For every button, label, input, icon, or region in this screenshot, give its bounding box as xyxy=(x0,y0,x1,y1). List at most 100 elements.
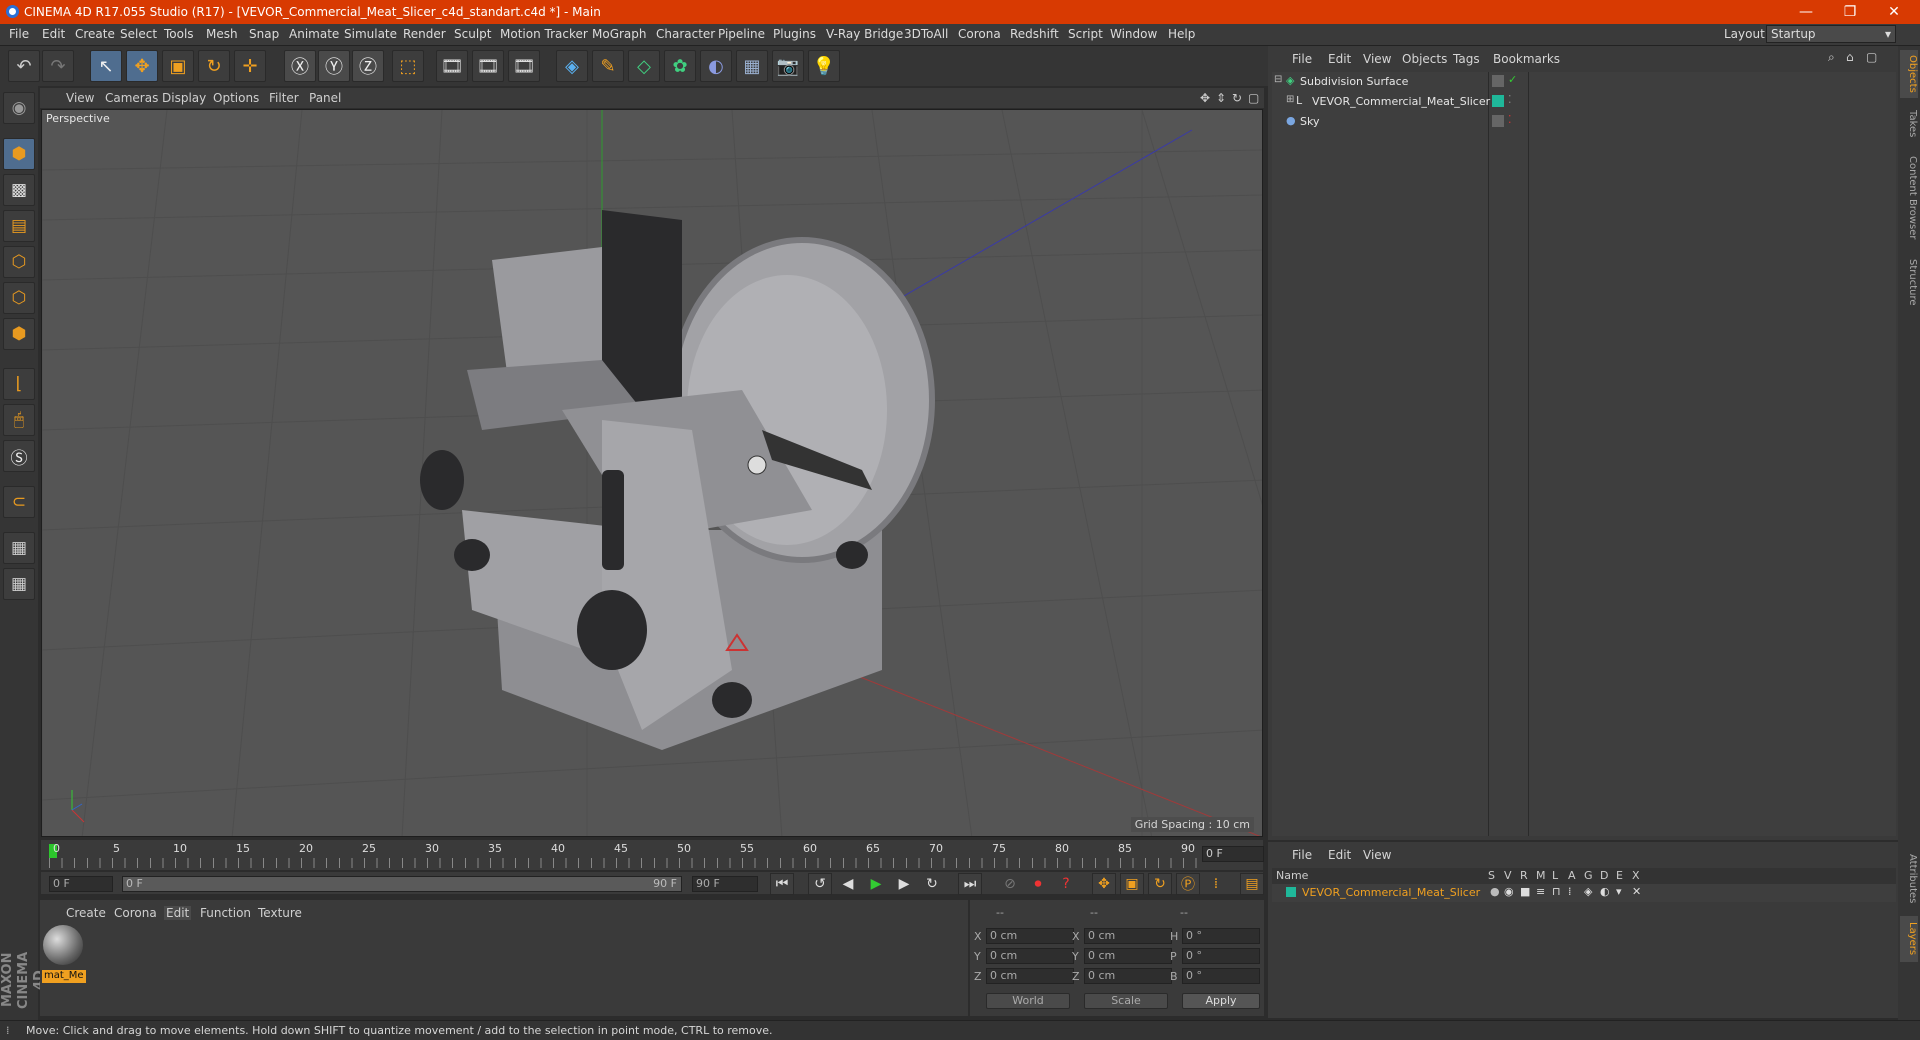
layer-xrefs-icon[interactable]: ✕ xyxy=(1632,885,1641,898)
tab-attributes[interactable]: Attributes xyxy=(1900,846,1918,912)
visibility-dots-icon[interactable]: ⁚ xyxy=(1508,113,1512,126)
objects-menu-objects[interactable]: Objects xyxy=(1402,52,1447,66)
minimize-button[interactable]: — xyxy=(1786,2,1826,22)
menu-tools[interactable]: Tools xyxy=(164,27,194,41)
objects-menu-tags[interactable]: Tags xyxy=(1453,52,1480,66)
y-axis-lock-icon[interactable]: Ⓨ xyxy=(318,50,350,82)
object-row-sky[interactable]: ● Sky ⁚ xyxy=(1272,112,1896,131)
step-forward-icon[interactable]: ▶ xyxy=(892,873,916,895)
subdivision-surface-icon[interactable]: ◇ xyxy=(628,50,660,82)
menu-window[interactable]: Window xyxy=(1110,27,1157,41)
apply-button[interactable]: Apply xyxy=(1182,993,1260,1009)
texture-mode-icon[interactable]: ▩ xyxy=(3,174,35,206)
menu-help[interactable]: Help xyxy=(1168,27,1195,41)
rot-p-field[interactable]: 0 ° xyxy=(1182,948,1260,964)
meat-slicer-model[interactable] xyxy=(420,210,935,750)
snap-magnet-icon[interactable]: ⊂ xyxy=(3,486,35,518)
pos-x-field[interactable]: 0 cm xyxy=(986,928,1074,944)
rot-b-field[interactable]: 0 ° xyxy=(1182,968,1260,984)
expand-icon[interactable]: ⊞ xyxy=(1286,94,1294,105)
visibility-dots-icon[interactable]: ⁚ xyxy=(1508,93,1512,106)
scale-dropdown[interactable]: Scale xyxy=(1084,993,1168,1009)
menu-edit[interactable]: Edit xyxy=(42,27,65,41)
create-object-icon[interactable]: ✛ xyxy=(234,50,266,82)
world-dropdown[interactable]: World xyxy=(986,993,1070,1009)
maximize-button[interactable]: ❐ xyxy=(1830,2,1870,22)
menu-vray-bridge[interactable]: V-Ray Bridge xyxy=(826,27,903,41)
material-preview-ball[interactable] xyxy=(43,925,83,965)
key-scale-icon[interactable]: ▣ xyxy=(1120,873,1144,895)
viewport-menu-display[interactable]: Display xyxy=(162,91,206,105)
deformer-icon[interactable]: ◐ xyxy=(700,50,732,82)
record-active-icon[interactable]: ⏺ xyxy=(1026,873,1050,895)
material-menu-texture[interactable]: Texture xyxy=(258,906,302,920)
layers-menu-file[interactable]: File xyxy=(1292,848,1312,862)
move-tool-icon[interactable]: ✥ xyxy=(126,50,158,82)
layer-view-icon[interactable]: ◉ xyxy=(1504,885,1514,898)
camera-icon[interactable]: 📷 xyxy=(772,50,804,82)
layer-deformers-icon[interactable]: ◐ xyxy=(1600,885,1610,898)
layer-solo-icon[interactable]: ● xyxy=(1490,885,1500,898)
grid-snap-icon[interactable]: ▦ xyxy=(3,568,35,600)
material-name-label[interactable]: mat_Me xyxy=(42,970,86,983)
layer-render-icon[interactable]: ■ xyxy=(1520,885,1530,898)
viewport-menu-view[interactable]: View xyxy=(66,91,94,105)
frame-range-slider[interactable]: 0 F 90 F xyxy=(122,876,682,892)
x-axis-lock-icon[interactable]: Ⓧ xyxy=(284,50,316,82)
viewport-switch-icon[interactable]: ▢ xyxy=(1248,91,1259,105)
coordinate-system-icon[interactable]: ⬚ xyxy=(392,50,424,82)
points-mode-icon[interactable]: ⬡ xyxy=(3,246,35,278)
axis-mode-icon[interactable]: ⌊ xyxy=(3,368,35,400)
layer-lock-icon[interactable]: ⊓ xyxy=(1552,885,1561,898)
record-position-icon[interactable]: ⊘ xyxy=(998,873,1022,895)
key-rotate-icon[interactable]: ↻ xyxy=(1148,873,1172,895)
tab-objects[interactable]: Objects xyxy=(1900,50,1918,98)
menu-file[interactable]: File xyxy=(9,27,29,41)
menu-mograph[interactable]: MoGraph xyxy=(592,27,647,41)
menu-create[interactable]: Create xyxy=(75,27,115,41)
end-frame-field[interactable]: 90 F xyxy=(692,876,758,892)
render-settings-icon[interactable]: 🎞 xyxy=(508,50,540,82)
material-menu-edit[interactable]: Edit xyxy=(164,906,192,920)
workplane-mode-icon[interactable]: ▤ xyxy=(3,210,35,242)
layer-color-swatch[interactable] xyxy=(1492,95,1504,107)
timeline-window-icon[interactable]: ▤ xyxy=(1240,873,1264,895)
tab-structure[interactable]: Structure xyxy=(1900,252,1918,312)
layer-manager-icon[interactable]: ≡ xyxy=(1536,885,1545,898)
pos-z-field[interactable]: 0 cm xyxy=(986,968,1074,984)
object-row-meat-slicer[interactable]: ⊞ L VEVOR_Commercial_Meat_Slicer ⁚ xyxy=(1272,92,1896,111)
objects-menu-view[interactable]: View xyxy=(1363,52,1391,66)
undo-icon[interactable]: ↶ xyxy=(8,50,40,82)
key-move-icon[interactable]: ✥ xyxy=(1092,873,1116,895)
viewport-menu-panel[interactable]: Panel xyxy=(309,91,341,105)
collapse-icon[interactable]: ⊟ xyxy=(1274,74,1282,85)
viewport-menu-options[interactable]: Options xyxy=(213,91,259,105)
material-menu-function[interactable]: Function xyxy=(200,906,251,920)
menu-snap[interactable]: Snap xyxy=(249,27,279,41)
light-icon[interactable]: 💡 xyxy=(808,50,840,82)
perspective-viewport[interactable]: Perspective Grid Spacing : 10 cm xyxy=(41,109,1263,837)
tweak-mode-icon[interactable]: 🖱 xyxy=(3,404,35,436)
layout-select[interactable]: Startup xyxy=(1766,25,1896,43)
layers-menu-view[interactable]: View xyxy=(1363,848,1391,862)
polygons-mode-icon[interactable]: ⬢ xyxy=(3,318,35,350)
size-y-field[interactable]: 0 cm xyxy=(1084,948,1172,964)
menu-simulate[interactable]: Simulate xyxy=(344,27,397,41)
key-pla-icon[interactable]: ⁞ xyxy=(1204,873,1228,895)
objects-menu-file[interactable]: File xyxy=(1292,52,1312,66)
scale-tool-icon[interactable]: ▣ xyxy=(162,50,194,82)
viewport-rotate-icon[interactable]: ↻ xyxy=(1232,91,1242,105)
menu-character[interactable]: Character xyxy=(656,27,715,41)
layer-color-swatch[interactable] xyxy=(1286,887,1296,897)
start-frame-field[interactable]: 0 F xyxy=(49,876,113,892)
close-button[interactable]: ✕ xyxy=(1874,2,1914,22)
current-frame-field[interactable]: 0 F xyxy=(1202,846,1264,862)
menu-sculpt[interactable]: Sculpt xyxy=(454,27,491,41)
menu-redshift[interactable]: Redshift xyxy=(1010,27,1059,41)
render-view-icon[interactable]: 🎞 xyxy=(436,50,468,82)
size-x-field[interactable]: 0 cm xyxy=(1084,928,1172,944)
edges-mode-icon[interactable]: ⬡ xyxy=(3,282,35,314)
menu-select[interactable]: Select xyxy=(120,27,157,41)
workplane-lock-icon[interactable]: ▦ xyxy=(3,532,35,564)
tab-layers[interactable]: Layers xyxy=(1900,916,1918,962)
